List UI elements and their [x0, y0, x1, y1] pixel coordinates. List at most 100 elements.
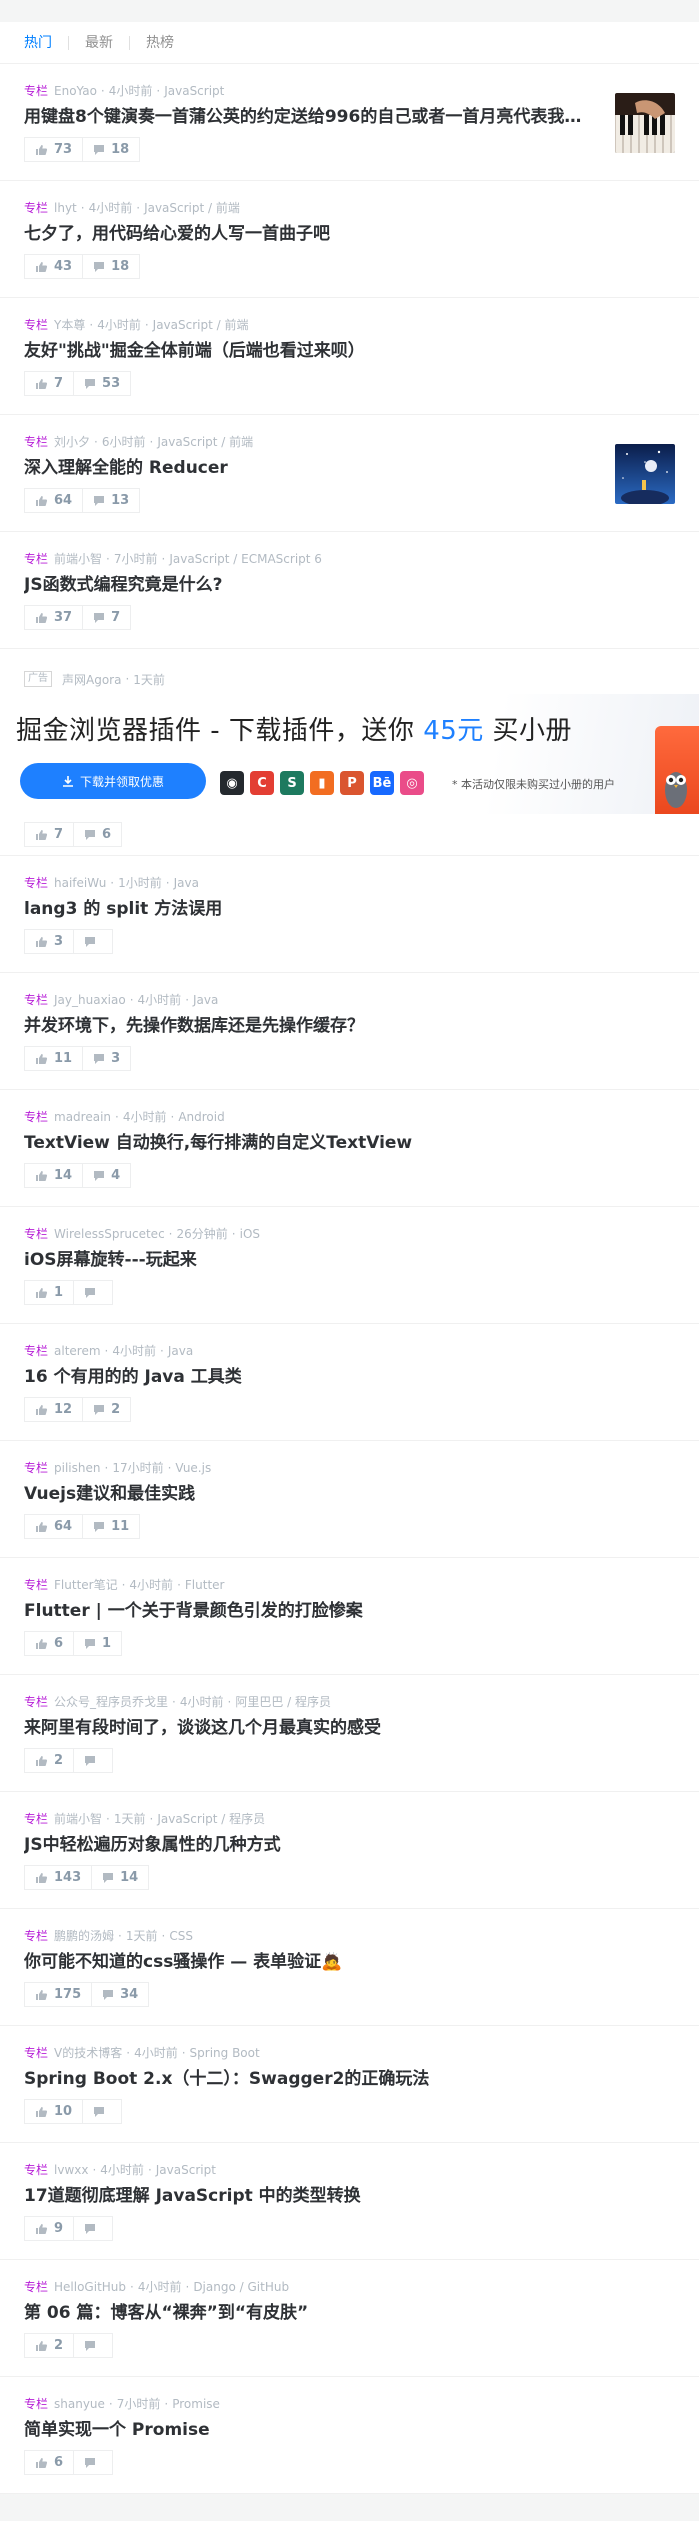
- article-item[interactable]: 专栏 前端小智 · 1天前 · JavaScript / 程序员 JS中轻松遍历对象属性的几…: [0, 1792, 699, 1909]
- article-author[interactable]: V的技术博客: [54, 2046, 122, 2060]
- article-author[interactable]: Y本尊: [54, 318, 85, 332]
- article-category[interactable]: Django / GitHub: [193, 2280, 289, 2294]
- like-button[interactable]: 2: [24, 1748, 75, 1773]
- comment-button[interactable]: 14: [92, 1865, 150, 1890]
- tab-ranking[interactable]: 热榜: [146, 36, 190, 50]
- column-tag[interactable]: 专栏: [24, 2163, 48, 2177]
- article-author[interactable]: EnoYao: [54, 84, 97, 98]
- ad-block[interactable]: 广告 声网Agora · 1天前 掘金浏览器插件 - 下载插件，送你 45元 买…: [0, 649, 699, 856]
- article-author[interactable]: Jay_huaxiao: [54, 993, 126, 1007]
- comment-button[interactable]: 18: [83, 254, 141, 279]
- article-item[interactable]: 专栏 madreain · 4小时前 · Android TextView 自动换行,每行排…: [0, 1090, 699, 1207]
- comment-button[interactable]: [83, 2099, 123, 2124]
- article-title[interactable]: JS中轻松遍历对象属性的几种方式: [24, 1834, 584, 1856]
- tab-latest[interactable]: 最新: [85, 35, 130, 50]
- article-category[interactable]: JavaScript: [164, 84, 224, 98]
- article-author[interactable]: 刘小夕: [54, 435, 90, 449]
- column-tag[interactable]: 专栏: [24, 1461, 48, 1475]
- like-button[interactable]: 10: [24, 2099, 84, 2124]
- column-tag[interactable]: 专栏: [24, 552, 48, 566]
- like-button[interactable]: 9: [24, 2216, 75, 2241]
- article-title[interactable]: 来阿里有段时间了，谈谈这几个月最真实的感受: [24, 1717, 584, 1739]
- article-title[interactable]: JS函数式编程究竟是什么?: [24, 574, 584, 596]
- column-tag[interactable]: 专栏: [24, 84, 48, 98]
- article-item[interactable]: 专栏 lvwxx · 4小时前 · JavaScript 17道题彻底理解 JavaScri…: [0, 2143, 699, 2260]
- tab-hot[interactable]: 热门: [24, 35, 69, 50]
- like-button[interactable]: 6: [24, 2450, 75, 2475]
- column-tag[interactable]: 专栏: [24, 435, 48, 449]
- like-button[interactable]: 43: [24, 254, 84, 279]
- column-tag[interactable]: 专栏: [24, 1695, 48, 1709]
- article-item[interactable]: 专栏 WirelessSprucetec · 26分钟前 · iOS iOS屏幕旋转---玩…: [0, 1207, 699, 1324]
- article-title[interactable]: 第 06 篇：博客从“裸奔”到“有皮肤”: [24, 2302, 584, 2324]
- article-author[interactable]: 前端小智: [54, 552, 102, 566]
- article-category[interactable]: JavaScript / 前端: [144, 201, 240, 215]
- article-category[interactable]: Flutter: [185, 1578, 225, 1592]
- column-tag[interactable]: 专栏: [24, 318, 48, 332]
- like-button[interactable]: 6: [24, 1631, 75, 1656]
- article-author[interactable]: HelloGitHub: [54, 2280, 126, 2294]
- article-item[interactable]: 专栏 前端小智 · 7小时前 · JavaScript / ECMAScript 6 JS函…: [0, 532, 699, 649]
- comment-button[interactable]: 6: [74, 822, 123, 847]
- column-tag[interactable]: 专栏: [24, 2397, 48, 2411]
- article-item[interactable]: 专栏 Y本尊 · 4小时前 · JavaScript / 前端 友好"挑战"掘金全体前端（后…: [0, 298, 699, 415]
- article-item[interactable]: 专栏 Flutter笔记 · 4小时前 · Flutter Flutter | 一个关于背景…: [0, 1558, 699, 1675]
- article-author[interactable]: lvwxx: [54, 2163, 88, 2177]
- article-category[interactable]: JavaScript / 前端: [153, 318, 249, 332]
- comment-button[interactable]: 2: [83, 1397, 132, 1422]
- download-button[interactable]: 下载并领取优惠: [20, 763, 206, 799]
- article-item[interactable]: 专栏 HelloGitHub · 4小时前 · Django / GitHub 第 06 篇…: [0, 2260, 699, 2377]
- article-item[interactable]: 专栏 pilishen · 17小时前 · Vue.js Vuejs建议和最佳实践 64 11: [0, 1441, 699, 1558]
- column-tag[interactable]: 专栏: [24, 1110, 48, 1124]
- like-button[interactable]: 37: [24, 605, 84, 630]
- article-author[interactable]: haifeiWu: [54, 876, 106, 890]
- article-title[interactable]: 七夕了，用代码给心爱的人写一首曲子吧: [24, 223, 584, 245]
- comment-button[interactable]: [74, 2216, 114, 2241]
- article-author[interactable]: Flutter笔记: [54, 1578, 118, 1592]
- like-button[interactable]: 12: [24, 1397, 84, 1422]
- article-title[interactable]: lang3 的 split 方法误用: [24, 898, 584, 920]
- column-tag[interactable]: 专栏: [24, 1227, 48, 1241]
- like-button[interactable]: 64: [24, 488, 84, 513]
- article-thumbnail[interactable]: [615, 93, 675, 153]
- like-button[interactable]: 143: [24, 1865, 93, 1890]
- comment-button[interactable]: 7: [83, 605, 132, 630]
- like-button[interactable]: 7: [24, 371, 75, 396]
- like-button[interactable]: 7: [24, 822, 75, 847]
- comment-button[interactable]: 1: [74, 1631, 123, 1656]
- article-category[interactable]: Java: [168, 1344, 193, 1358]
- column-tag[interactable]: 专栏: [24, 2046, 48, 2060]
- article-category[interactable]: JavaScript / ECMAScript 6: [169, 552, 322, 566]
- column-tag[interactable]: 专栏: [24, 876, 48, 890]
- article-author[interactable]: madreain: [54, 1110, 111, 1124]
- article-title[interactable]: 友好"挑战"掘金全体前端（后端也看过来呗）: [24, 340, 584, 362]
- article-title[interactable]: 用键盘8个键演奏一首蒲公英的约定送给996的自己或者一首月亮代表我的心送给...: [24, 106, 584, 128]
- article-title[interactable]: 并发环境下，先操作数据库还是先操作缓存？: [24, 1015, 584, 1037]
- article-category[interactable]: Java: [174, 876, 199, 890]
- article-category[interactable]: iOS: [240, 1227, 260, 1241]
- column-tag[interactable]: 专栏: [24, 1812, 48, 1826]
- like-button[interactable]: 2: [24, 2333, 75, 2358]
- like-button[interactable]: 3: [24, 929, 75, 954]
- like-button[interactable]: 73: [24, 137, 84, 162]
- column-tag[interactable]: 专栏: [24, 2280, 48, 2294]
- article-item[interactable]: 专栏 刘小夕 · 6小时前 · JavaScript / 前端 深入理解全能的 Reduce…: [0, 415, 699, 532]
- comment-button[interactable]: 11: [83, 1514, 141, 1539]
- article-category[interactable]: JavaScript / 程序员: [157, 1812, 265, 1826]
- column-tag[interactable]: 专栏: [24, 201, 48, 215]
- article-author[interactable]: alterem: [54, 1344, 101, 1358]
- article-category[interactable]: Spring Boot: [190, 2046, 260, 2060]
- article-item[interactable]: 专栏 shanyue · 7小时前 · Promise 简单实现一个 Promise 6: [0, 2377, 699, 2494]
- article-item[interactable]: 专栏 lhyt · 4小时前 · JavaScript / 前端 七夕了，用代码给心爱的人写…: [0, 181, 699, 298]
- article-title[interactable]: Flutter | 一个关于背景颜色引发的打脸惨案: [24, 1600, 584, 1622]
- column-tag[interactable]: 专栏: [24, 1578, 48, 1592]
- like-button[interactable]: 14: [24, 1163, 84, 1188]
- ad-banner[interactable]: 掘金浏览器插件 - 下载插件，送你 45元 买小册 下载并领取优惠 ◉ C S ▮ P B…: [0, 694, 699, 814]
- article-category[interactable]: Promise: [172, 2397, 220, 2411]
- article-author[interactable]: WirelessSprucetec: [54, 1227, 165, 1241]
- article-title[interactable]: 深入理解全能的 Reducer: [24, 457, 584, 479]
- article-title[interactable]: 17道题彻底理解 JavaScript 中的类型转换: [24, 2185, 584, 2207]
- article-author[interactable]: shanyue: [54, 2397, 105, 2411]
- article-author[interactable]: pilishen: [54, 1461, 100, 1475]
- comment-button[interactable]: 3: [83, 1046, 132, 1071]
